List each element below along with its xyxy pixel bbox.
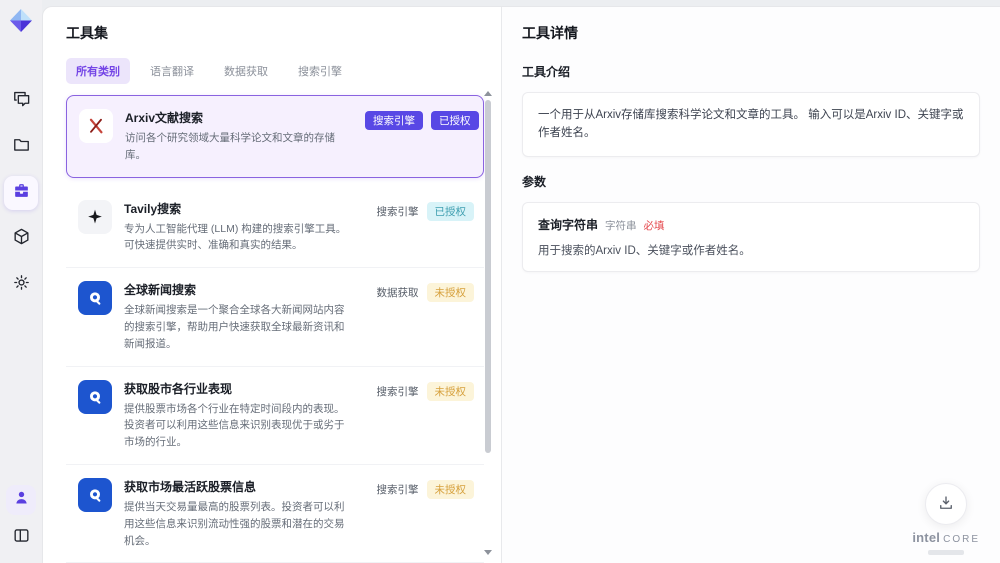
intel-core-logo: intel CORE	[912, 530, 980, 545]
settings-gear-icon	[12, 273, 31, 297]
status-badge: 已授权	[426, 201, 474, 221]
category-tab-0[interactable]: 所有类别	[66, 58, 130, 84]
panel-toggle-icon	[12, 526, 31, 550]
sidebar-item-panel-toggle[interactable]	[6, 523, 36, 553]
scroll-down-icon[interactable]	[484, 550, 492, 555]
tool-list-item-3[interactable]: 获取股市各行业表现提供股票市场各个行业在特定时间段内的表现。投资者可以利用这些信…	[66, 367, 484, 465]
sidebar-item-chat[interactable]	[4, 84, 38, 118]
category-tab-3[interactable]: 搜索引擎	[288, 58, 352, 84]
main-content: 工具集 所有类别 语言翻译 数据获取 搜索引擎 Arxiv文献搜索 访问各个研究领域大量…	[42, 6, 1000, 563]
toolbox-icon	[12, 181, 31, 205]
quant-blue-icon	[78, 281, 112, 316]
tool-description: 全球新闻搜索是一个聚合全球各大新闻网站内容的搜索引擎，帮助用户快速获取全球最新资…	[124, 304, 345, 350]
param-type: 字符串	[605, 219, 637, 232]
chat-icon	[12, 89, 31, 113]
core-wordmark: CORE	[943, 534, 980, 545]
page-title: 工具集	[66, 25, 108, 41]
tool-name: Arxiv文献搜索	[125, 111, 204, 125]
category-label: 数据获取	[376, 287, 419, 300]
tool-list: Arxiv文献搜索 访问各个研究领域大量科学论文和文章的存储库。 搜索引擎 已授权 Ta…	[66, 95, 484, 563]
params-heading: 参数	[522, 174, 547, 189]
tool-name: 获取市场最活跃股票信息	[124, 479, 257, 494]
scrollbar-thumb[interactable]	[485, 100, 491, 453]
tool-list-item-1[interactable]: Tavily搜索专为人工智能代理 (LLM) 构建的搜索引擎工具。可快速提供实时…	[66, 187, 484, 269]
tool-list-item-4[interactable]: 获取市场最活跃股票信息提供当天交易量最高的股票列表。投资者可以利用这些信息来识别…	[66, 465, 484, 563]
sidebar-item-folder[interactable]	[4, 130, 38, 164]
tool-name: Tavily搜索	[124, 201, 182, 216]
app-logo[interactable]	[6, 8, 36, 38]
scroll-up-icon[interactable]	[484, 91, 492, 96]
brand-subtext-bar	[928, 550, 965, 555]
tool-name: 获取股市各行业表现	[124, 381, 233, 396]
category-label: 搜索引擎	[376, 483, 419, 496]
status-badge: 未授权	[426, 381, 474, 401]
status-badge: 未授权	[426, 283, 474, 303]
status-badge: 未授权	[426, 479, 474, 499]
sidebar-nav	[4, 84, 38, 302]
tool-list-panel: 工具集 所有类别 语言翻译 数据获取 搜索引擎 Arxiv文献搜索 访问各个研究领域大量…	[43, 7, 501, 563]
tool-list-item-2[interactable]: 全球新闻搜索全球新闻搜索是一个聚合全球各大新闻网站内容的搜索引擎，帮助用户快速获…	[66, 268, 484, 367]
detail-title: 工具详情	[522, 25, 578, 41]
corner-widgets: intel CORE	[912, 483, 980, 555]
user-icon	[12, 488, 31, 512]
param-description: 用于搜索的Arxiv ID、关键字或作者姓名。	[538, 244, 751, 257]
status-badge: 已授权	[431, 111, 479, 130]
sidebar-bottom	[6, 485, 36, 553]
app-window: 工具集 所有类别 语言翻译 数据获取 搜索引擎 Arxiv文献搜索 访问各个研究领域大量…	[0, 0, 1000, 563]
download-button[interactable]	[925, 483, 968, 525]
gem-logo-icon	[8, 8, 34, 39]
category-badge: 搜索引擎	[365, 111, 423, 130]
arxiv-logo-icon	[79, 109, 113, 143]
sidebar	[0, 0, 42, 563]
tool-description: 提供股票市场各个行业在特定时间段内的表现。投资者可以利用这些信息来识别表现优于或…	[124, 402, 345, 449]
quant-blue-icon	[78, 379, 112, 414]
tool-list-item-0[interactable]: Arxiv文献搜索访问各个研究领域大量科学论文和文章的存储库。 搜索引擎 已授权	[66, 95, 484, 178]
intro-box: 一个用于从Arxiv存储库搜索科学论文和文章的工具。 输入可以是Arxiv ID…	[522, 92, 980, 157]
quant-blue-icon	[78, 477, 112, 512]
category-label: 搜索引擎	[376, 205, 419, 218]
sidebar-item-toolbox[interactable]	[4, 176, 38, 210]
category-tabs: 所有类别 语言翻译 数据获取 搜索引擎	[66, 58, 501, 84]
intro-text: 一个用于从Arxiv存储库搜索科学论文和文章的工具。 输入可以是Arxiv ID…	[538, 109, 964, 140]
tool-name: 全球新闻搜索	[124, 283, 197, 298]
sparkle-icon	[78, 199, 112, 234]
cube-icon	[12, 227, 31, 251]
category-label: 搜索引擎	[376, 385, 419, 398]
category-tab-1[interactable]: 语言翻译	[140, 58, 204, 84]
sidebar-item-settings-gear[interactable]	[4, 268, 38, 302]
param-box: 查询字符串 字符串 必填 用于搜索的Arxiv ID、关键字或作者姓名。	[522, 201, 980, 272]
category-tab-2[interactable]: 数据获取	[214, 58, 278, 84]
tool-description: 提供当天交易量最高的股票列表。投资者可以利用这些信息来识别流动性强的股票和潜在的…	[124, 500, 345, 547]
intel-wordmark: intel	[912, 530, 941, 545]
folder-icon	[12, 135, 31, 159]
sidebar-item-cube[interactable]	[4, 222, 38, 256]
tool-description: 专为人工智能代理 (LLM) 构建的搜索引擎工具。可快速提供实时、准确和真实的结…	[124, 222, 347, 252]
param-name: 查询字符串	[538, 217, 599, 232]
download-icon	[937, 494, 955, 515]
list-scrollbar[interactable]	[484, 91, 492, 555]
param-header: 查询字符串 字符串 必填	[538, 216, 964, 233]
tool-detail-panel: 工具详情 工具介绍 一个用于从Arxiv存储库搜索科学论文和文章的工具。 输入可…	[501, 7, 1000, 563]
param-required-badge: 必填	[643, 219, 665, 232]
intro-heading: 工具介绍	[522, 65, 571, 79]
sidebar-item-user[interactable]	[6, 485, 36, 515]
tool-description: 访问各个研究领域大量科学论文和文章的存储库。	[125, 132, 335, 161]
